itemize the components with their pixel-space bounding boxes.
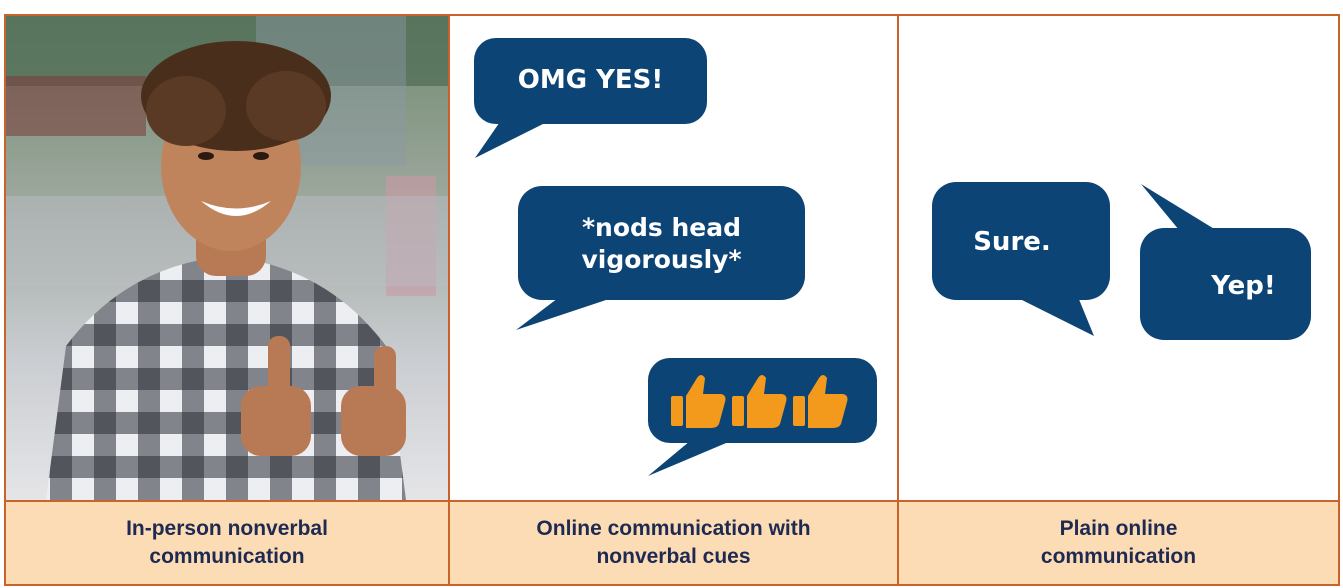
bubble-yep xyxy=(1140,184,1311,340)
bubble-omg-yes xyxy=(474,38,707,158)
caption-online-cues: Online communication with nonverbal cues xyxy=(536,517,811,568)
caption-in-person: In-person nonverbal communication xyxy=(126,517,328,568)
bubble-text-nods-head: *nods head vigorously* xyxy=(581,213,742,274)
column-divider-2 xyxy=(897,16,899,584)
comparison-table: OMG YES! *nods head vigorously* Sure. Ye… xyxy=(4,14,1340,586)
caption-plain-online: Plain online communication xyxy=(1040,517,1197,568)
bubble-text-yep: Yep! xyxy=(1211,271,1276,301)
bubble-text-omg-yes: OMG YES! xyxy=(517,65,664,95)
column-divider-1 xyxy=(448,16,450,584)
bubble-text-sure: Sure. xyxy=(973,227,1051,257)
bubble-sure xyxy=(932,182,1110,336)
